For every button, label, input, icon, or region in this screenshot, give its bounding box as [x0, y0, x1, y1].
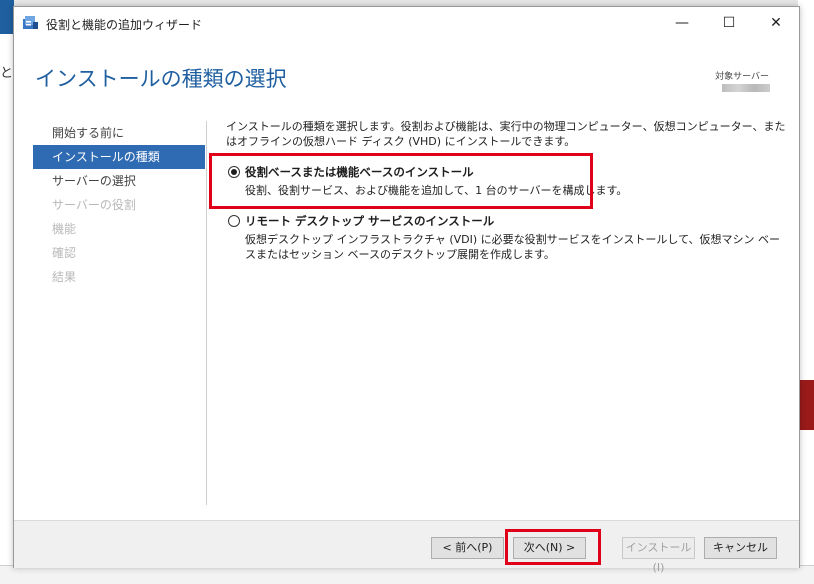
maximize-button[interactable]: ☐ [706, 7, 752, 39]
remote-desktop-radio[interactable] [228, 215, 240, 227]
nav-item-confirmation: 確認 [52, 246, 77, 260]
nav-divider [206, 121, 207, 505]
background-desktop-right [798, 0, 814, 583]
destination-server-label: 対象サーバー [715, 72, 769, 82]
previous-button[interactable]: < 前へ(P) [431, 537, 504, 559]
background-red-panel [798, 380, 814, 430]
content-area: インストールの種類を選択します。役割および機能は、実行中の物理コンピューター、仮… [226, 119, 786, 149]
highlight-box-next [505, 529, 601, 565]
highlight-box-option [209, 153, 593, 209]
page-title: インストールの種類の選択 [35, 67, 287, 91]
wizard-navigation: 開始する前に インストールの種類 サーバーの選択 サーバーの役割 機能 確認 結… [33, 121, 205, 289]
close-icon: ✕ [770, 15, 782, 31]
background-desktop-left [0, 0, 14, 583]
nav-item-installation-type[interactable]: インストールの種類 [33, 145, 205, 169]
window-title: 役割と機能の追加ウィザード [46, 18, 203, 32]
install-button: インストール(I) [622, 537, 695, 574]
installation-type-description: インストールの種類を選択します。役割および機能は、実行中の物理コンピューター、仮… [226, 120, 786, 148]
close-button[interactable]: ✕ [753, 7, 799, 39]
minimize-button[interactable]: — [659, 7, 705, 39]
wizard-window: 役割と機能の追加ウィザード — ☐ ✕ インストールの種類の選択 対象サーバー … [13, 6, 800, 574]
background-text-fragment: と [0, 66, 14, 81]
remote-desktop-description: 仮想デスクトップ インフラストラクチャ (VDI) に必要な役割サービスをインス… [245, 233, 781, 261]
title-bar[interactable]: 役割と機能の追加ウィザード — ☐ ✕ [14, 7, 799, 39]
destination-server-name-redacted [722, 84, 770, 92]
nav-item-server-selection[interactable]: サーバーの選択 [33, 169, 205, 193]
remote-desktop-label[interactable]: リモート デスクトップ サービスのインストール [245, 213, 494, 229]
wizard-footer: < 前へ(P) 次へ(N) > インストール(I) キャンセル [14, 520, 799, 574]
maximize-icon: ☐ [722, 15, 736, 31]
cancel-button[interactable]: キャンセル [704, 537, 777, 559]
background-window-fragment [0, 0, 14, 34]
server-manager-icon [23, 16, 38, 29]
minimize-icon: — [675, 15, 689, 31]
nav-item-features: 機能 [52, 222, 77, 236]
nav-item-before-you-begin[interactable]: 開始する前に [33, 121, 205, 145]
nav-item-results: 結果 [52, 270, 77, 284]
nav-item-server-roles: サーバーの役割 [52, 198, 136, 212]
